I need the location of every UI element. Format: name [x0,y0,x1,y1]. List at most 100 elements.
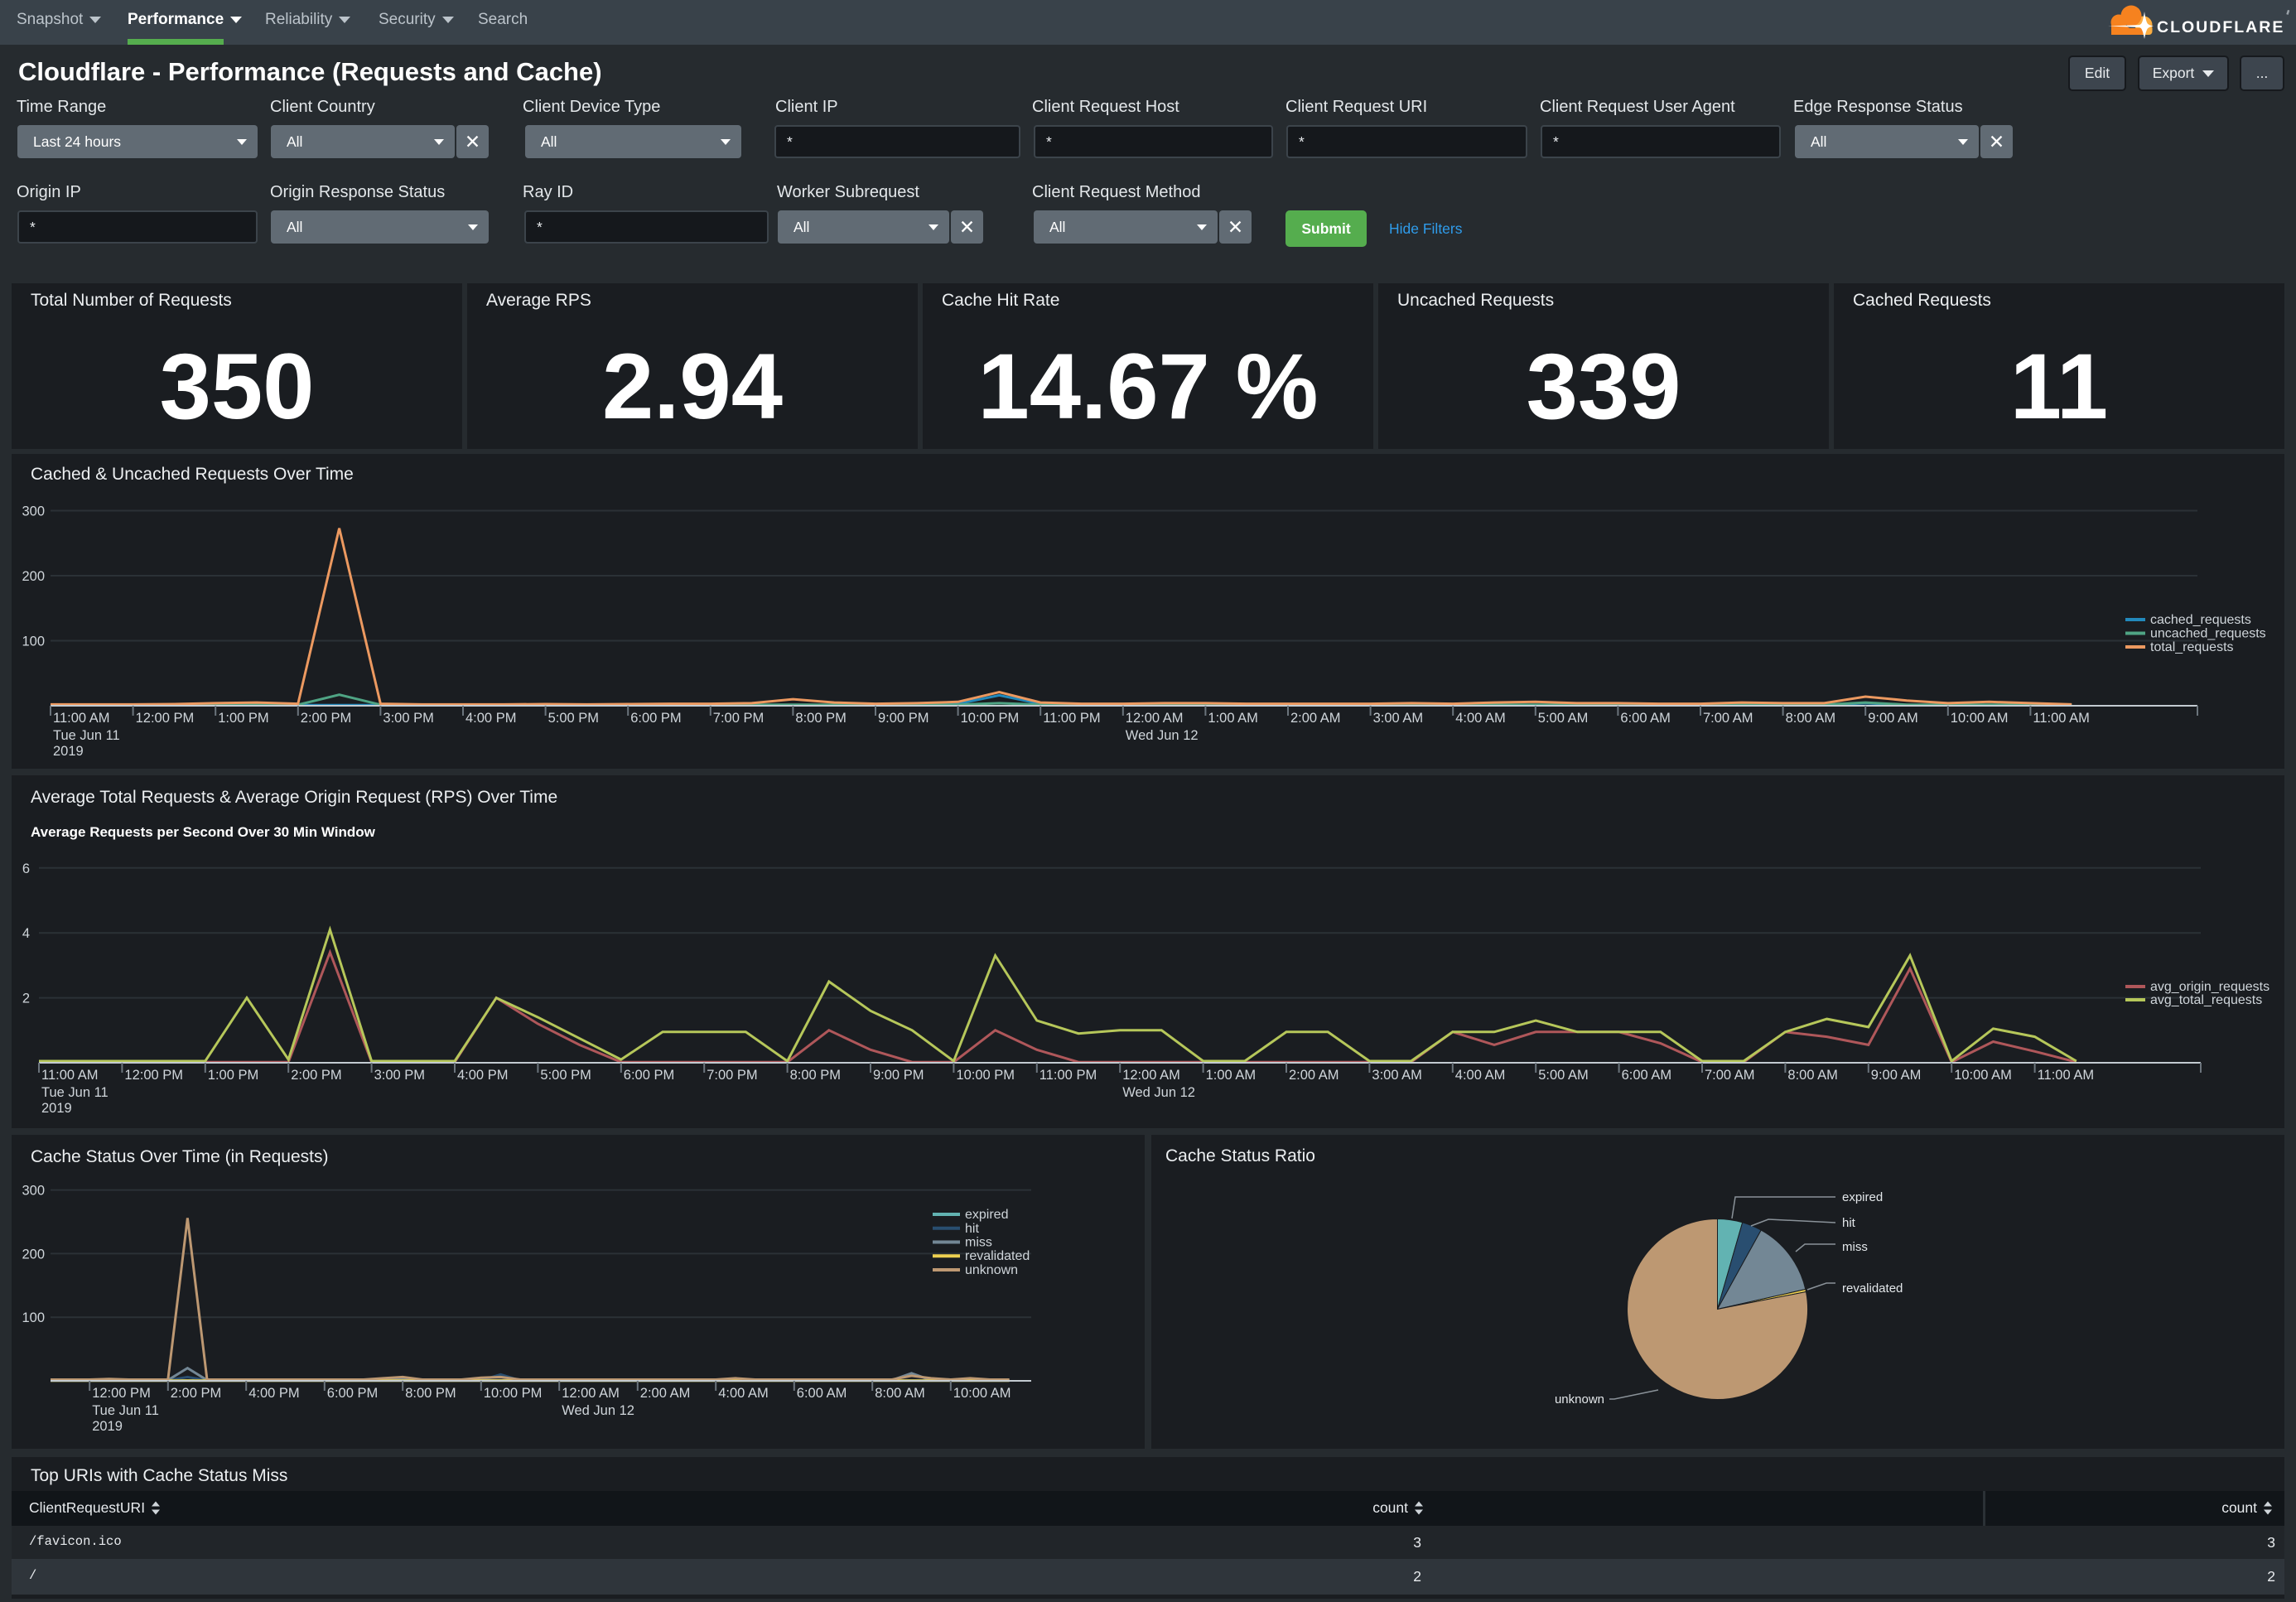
svg-text:1:00 AM: 1:00 AM [1206,1068,1257,1083]
svg-text:8:00 PM: 8:00 PM [405,1386,456,1401]
svg-text:2:00 AM: 2:00 AM [1290,711,1341,726]
svg-text:6:00 PM: 6:00 PM [630,711,681,726]
svg-text:CLOUDFLARE: CLOUDFLARE [2157,18,2284,36]
svg-text:12:00 PM: 12:00 PM [136,711,195,726]
svg-text:2:00 PM: 2:00 PM [291,1068,341,1083]
svg-text:11:00 AM: 11:00 AM [2033,711,2090,726]
svg-text:Tue Jun 11: Tue Jun 11 [53,728,120,743]
svg-text:Cache Status Ratio: Cache Status Ratio [1165,1146,1315,1165]
svg-text:9:00 PM: 9:00 PM [878,711,929,726]
svg-text:Average Requests per Second Ov: Average Requests per Second Over 30 Min … [31,824,376,840]
svg-text:9:00 AM: 9:00 AM [1868,711,1918,726]
svg-text:7:00 PM: 7:00 PM [713,711,764,726]
svg-text:unknown: unknown [1555,1392,1604,1407]
svg-text:1:00 PM: 1:00 PM [218,711,268,726]
svg-text:8:00 PM: 8:00 PM [790,1068,841,1083]
svg-text:2: 2 [22,992,30,1006]
svg-text:100: 100 [22,1310,45,1325]
svg-text:Tue Jun 11: Tue Jun 11 [41,1085,109,1100]
svg-text:10:00 AM: 10:00 AM [1954,1068,2012,1083]
svg-text:2019: 2019 [53,744,84,759]
svg-text:11:00 AM: 11:00 AM [41,1068,99,1083]
svg-text:8:00 AM: 8:00 AM [1786,711,1836,726]
svg-text:6: 6 [22,861,30,876]
svg-text:8:00 AM: 8:00 AM [1787,1068,1838,1083]
svg-text:total_requests: total_requests [2150,640,2234,654]
svg-text:expired: expired [1842,1190,1883,1204]
svg-text:12:00 PM: 12:00 PM [92,1386,151,1401]
svg-text:2:00 PM: 2:00 PM [301,711,351,726]
svg-text:4:00 PM: 4:00 PM [457,1068,508,1083]
svg-text:Wed Jun 12: Wed Jun 12 [562,1403,634,1418]
svg-text:avg_origin_requests: avg_origin_requests [2150,980,2269,994]
svg-text:2019: 2019 [41,1101,72,1116]
svg-text:10:00 AM: 10:00 AM [1951,711,2009,726]
svg-text:12:00 PM: 12:00 PM [124,1068,183,1083]
svg-text:12:00 AM: 12:00 AM [1122,1068,1180,1083]
svg-text:10:00 AM: 10:00 AM [953,1386,1011,1401]
svg-text:4:00 AM: 4:00 AM [1455,1068,1506,1083]
svg-text:11:00 PM: 11:00 PM [1039,1068,1097,1083]
svg-text:avg_total_requests: avg_total_requests [2150,993,2262,1007]
svg-text:5:00 PM: 5:00 PM [548,711,599,726]
svg-text:2019: 2019 [92,1419,123,1434]
svg-text:expired: expired [965,1208,1008,1222]
svg-text:uncached_requests: uncached_requests [2150,627,2266,641]
svg-text:4:00 PM: 4:00 PM [465,711,516,726]
svg-text:3:00 PM: 3:00 PM [383,711,433,726]
svg-text:12:00 AM: 12:00 AM [1126,711,1184,726]
svg-text:9:00 AM: 9:00 AM [1871,1068,1922,1083]
svg-text:4:00 AM: 4:00 AM [718,1386,769,1401]
svg-text:Tue Jun 11: Tue Jun 11 [92,1403,159,1418]
svg-text:12:00 AM: 12:00 AM [562,1386,620,1401]
svg-text:100: 100 [22,635,45,649]
svg-text:2:00 AM: 2:00 AM [640,1386,691,1401]
svg-text:7:00 PM: 7:00 PM [707,1068,757,1083]
svg-text:2:00 AM: 2:00 AM [1289,1068,1339,1083]
svg-text:hit: hit [1842,1216,1856,1230]
svg-text:revalidated: revalidated [965,1249,1030,1263]
svg-text:8:00 AM: 8:00 AM [875,1386,925,1401]
svg-text:10:00 PM: 10:00 PM [956,1068,1015,1083]
svg-text:cached_requests: cached_requests [2150,613,2251,627]
svg-text:9:00 PM: 9:00 PM [873,1068,924,1083]
svg-text:300: 300 [22,504,45,519]
svg-text:5:00 AM: 5:00 AM [1538,711,1589,726]
svg-text:4:00 AM: 4:00 AM [1455,711,1506,726]
svg-text:5:00 AM: 5:00 AM [1538,1068,1589,1083]
svg-text:200: 200 [22,569,45,584]
svg-text:6:00 AM: 6:00 AM [1620,711,1671,726]
svg-text:revalidated: revalidated [1842,1281,1903,1296]
svg-text:300: 300 [22,1184,45,1199]
svg-text:6:00 AM: 6:00 AM [1622,1068,1672,1083]
svg-text:Average Total Requests & Avera: Average Total Requests & Average Origin … [31,788,557,807]
svg-text:11:00 AM: 11:00 AM [53,711,110,726]
svg-text:3:00 AM: 3:00 AM [1373,711,1424,726]
svg-text:unknown: unknown [965,1263,1018,1277]
svg-text:8:00 PM: 8:00 PM [795,711,846,726]
svg-text:6:00 AM: 6:00 AM [797,1386,847,1401]
svg-text:10:00 PM: 10:00 PM [961,711,1020,726]
svg-text:11:00 PM: 11:00 PM [1043,711,1100,726]
svg-text:Wed Jun 12: Wed Jun 12 [1122,1085,1195,1100]
svg-text:hit: hit [965,1222,979,1236]
svg-text:Wed Jun 12: Wed Jun 12 [1126,728,1199,743]
svg-text:Cache Status Over Time (in Req: Cache Status Over Time (in Requests) [31,1147,328,1166]
svg-text:6:00 PM: 6:00 PM [327,1386,378,1401]
svg-text:4:00 PM: 4:00 PM [248,1386,299,1401]
svg-text:7:00 AM: 7:00 AM [1703,711,1753,726]
svg-text:miss: miss [965,1236,992,1250]
svg-text:6:00 PM: 6:00 PM [624,1068,674,1083]
svg-text:11:00 AM: 11:00 AM [2038,1068,2095,1083]
svg-text:7:00 AM: 7:00 AM [1705,1068,1755,1083]
svg-text:4: 4 [22,926,30,941]
svg-text:2:00 PM: 2:00 PM [171,1386,221,1401]
svg-text:3:00 PM: 3:00 PM [374,1068,425,1083]
svg-text:3:00 AM: 3:00 AM [1372,1068,1422,1083]
svg-text:Cached & Uncached Requests Ove: Cached & Uncached Requests Over Time [31,465,354,484]
svg-text:5:00 PM: 5:00 PM [540,1068,591,1083]
svg-text:10:00 PM: 10:00 PM [484,1386,543,1401]
svg-text:1:00 PM: 1:00 PM [208,1068,258,1083]
svg-text:200: 200 [22,1247,45,1262]
svg-text:1:00 AM: 1:00 AM [1208,711,1258,726]
